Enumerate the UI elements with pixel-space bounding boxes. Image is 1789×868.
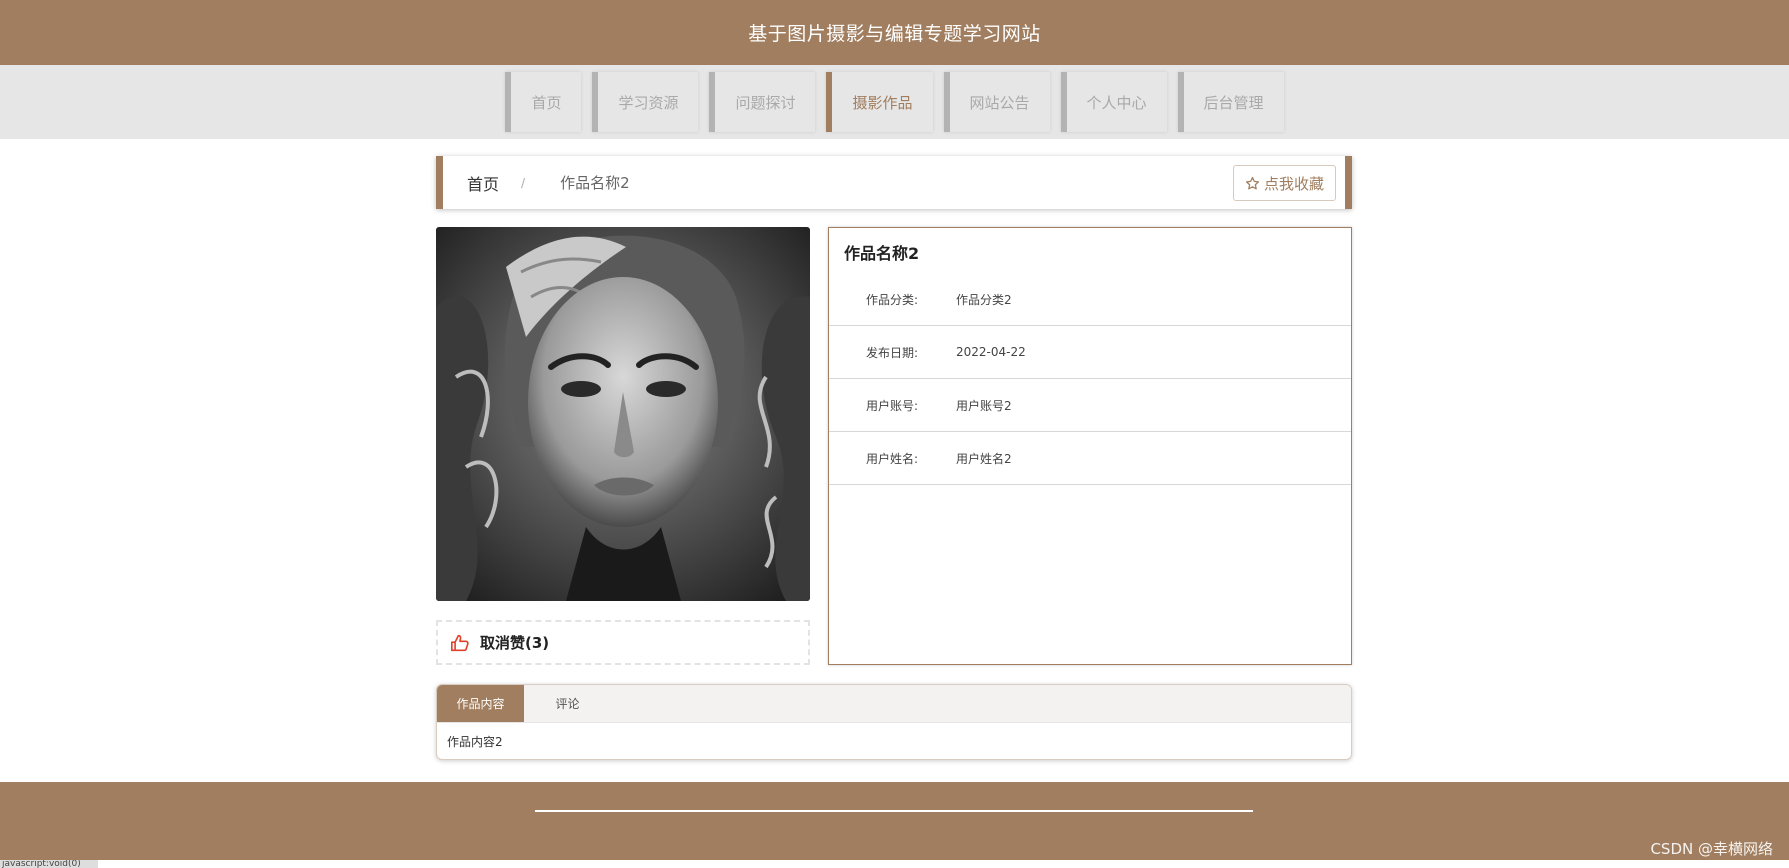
nav-item-photography-works[interactable]: 摄影作品	[826, 72, 933, 132]
detail-row: 用户姓名: 用户姓名2	[829, 432, 1351, 485]
nav-item-label: 后台管理	[1203, 93, 1264, 112]
nav-item-label: 个人中心	[1086, 93, 1147, 112]
breadcrumb-separator: /	[521, 175, 526, 190]
watermark: CSDN @幸横网络	[1650, 840, 1773, 858]
detail-key: 用户姓名:	[866, 451, 919, 466]
nav-item-label: 首页	[531, 93, 562, 112]
site-title: 基于图片摄影与编辑专题学习网站	[748, 23, 1041, 45]
breadcrumb-home-link[interactable]: 首页	[467, 171, 499, 195]
detail-value: 用户账号2	[956, 398, 1012, 413]
work-title: 作品名称2	[844, 244, 920, 263]
nav-item-announcements[interactable]: 网站公告	[943, 72, 1050, 132]
footer-divider	[535, 810, 1253, 812]
tab-panel-content: 作品内容2	[447, 735, 503, 749]
like-button[interactable]: 取消赞(3)	[436, 620, 810, 665]
nav-item-learning-resources[interactable]: 学习资源	[592, 72, 699, 132]
main-nav: 首页 学习资源 问题探讨 摄影作品 网站公告 个人中心 后台管理	[0, 65, 1789, 139]
content-tabs: 作品内容 评论 作品内容2	[436, 684, 1352, 760]
nav-item-label: 问题探讨	[735, 93, 796, 112]
detail-key: 发布日期:	[866, 345, 919, 360]
breadcrumb-current: 作品名称2	[560, 174, 630, 192]
nav-item-label: 学习资源	[618, 93, 679, 112]
detail-key: 用户账号:	[866, 398, 919, 413]
nav-item-discussion[interactable]: 问题探讨	[709, 72, 816, 132]
tab-work-content[interactable]: 作品内容	[437, 685, 524, 722]
detail-value: 用户姓名2	[956, 451, 1012, 466]
detail-row: 作品分类: 作品分类2	[829, 273, 1351, 326]
favorite-button[interactable]: 点我收藏	[1232, 165, 1336, 201]
site-footer: CSDN @幸横网络	[0, 782, 1789, 860]
nav-item-home[interactable]: 首页	[505, 72, 582, 132]
work-photo	[436, 227, 810, 601]
detail-value: 作品分类2	[956, 292, 1012, 307]
thumbs-up-icon	[451, 634, 469, 651]
browser-status-bar: javascript:void(0)	[0, 860, 98, 868]
nav-item-label: 摄影作品	[852, 93, 913, 112]
like-count-label: 取消赞(3)	[480, 634, 550, 652]
detail-key: 作品分类:	[866, 292, 919, 307]
site-header: 基于图片摄影与编辑专题学习网站	[0, 0, 1789, 65]
nav-item-label: 网站公告	[969, 93, 1030, 112]
tab-comments[interactable]: 评论	[524, 685, 611, 722]
detail-row: 用户账号: 用户账号2	[829, 379, 1351, 432]
portrait-image	[436, 227, 810, 601]
detail-value: 2022-04-22	[956, 345, 1026, 359]
work-details-panel: 作品名称2 作品分类: 作品分类2 发布日期: 2022-04-22 用户账号:…	[828, 227, 1352, 665]
tab-header: 作品内容 评论	[437, 685, 1351, 723]
favorite-button-label: 点我收藏	[1263, 174, 1324, 193]
nav-item-personal-center[interactable]: 个人中心	[1060, 72, 1167, 132]
star-icon	[1245, 176, 1260, 189]
breadcrumb: 首页 / 作品名称2 点我收藏	[436, 156, 1352, 209]
detail-row: 发布日期: 2022-04-22	[829, 326, 1351, 379]
nav-item-admin[interactable]: 后台管理	[1177, 72, 1284, 132]
